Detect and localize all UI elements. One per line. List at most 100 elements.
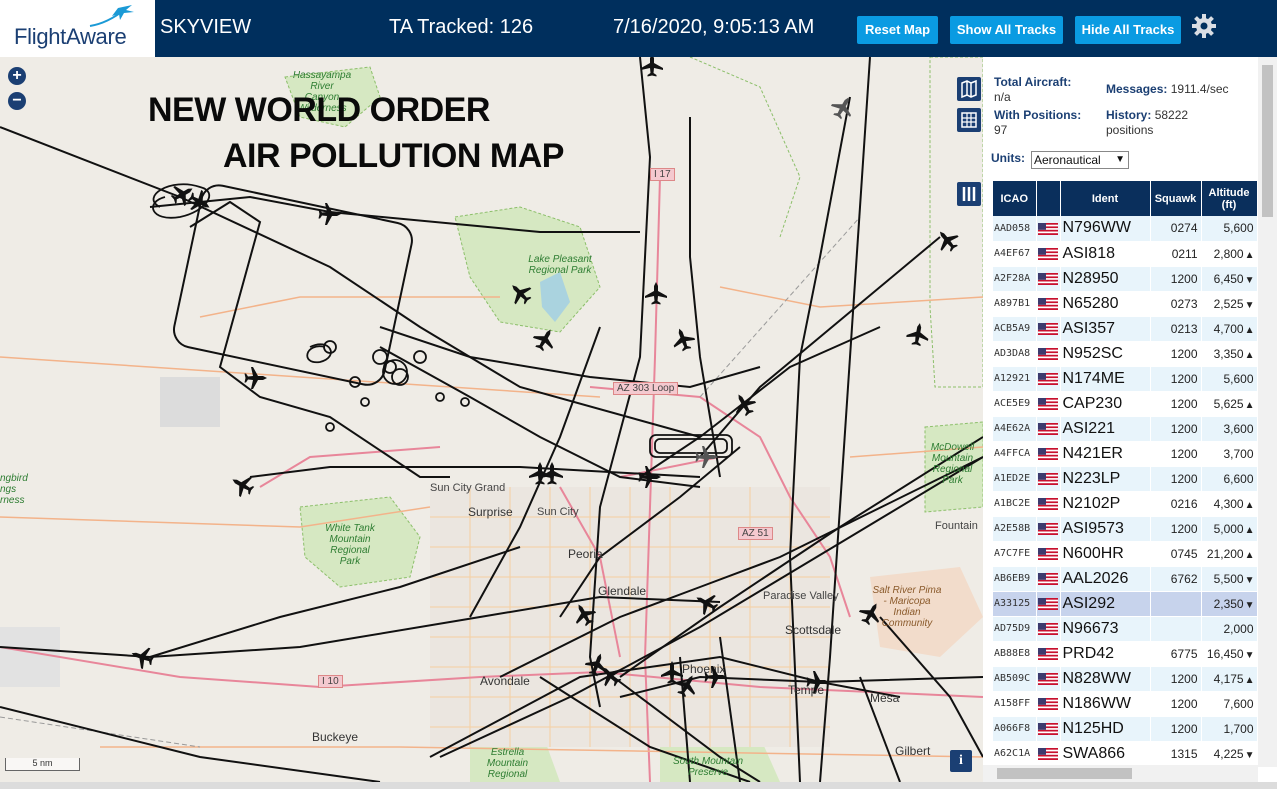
- aircraft-icon[interactable]: [244, 367, 268, 389]
- table-row[interactable]: A1ED2E N223LP 1200 6,600: [993, 466, 1257, 492]
- table-row[interactable]: AB6EB9 AAL2026 6762 5,500▼: [993, 566, 1257, 592]
- table-row[interactable]: AAD058 N796WW 0274 5,600: [993, 216, 1257, 242]
- aircraft-icon[interactable]: [704, 666, 728, 688]
- grid-toggle-button[interactable]: [957, 108, 981, 132]
- aircraft-icon[interactable]: [691, 588, 721, 618]
- icao-cell: AB509C: [993, 666, 1037, 692]
- altitude-cell: 7,600: [1201, 691, 1257, 717]
- aircraft-icon[interactable]: [504, 277, 535, 308]
- table-row[interactable]: A2F28A N28950 1200 6,450▼: [993, 266, 1257, 292]
- panel-horizontal-scrollbar[interactable]: [983, 765, 1258, 782]
- aircraft-icon[interactable]: [806, 671, 830, 693]
- altitude-value: 3,600: [1223, 421, 1254, 436]
- us-flag-icon: [1037, 573, 1058, 586]
- us-flag-icon: [1037, 598, 1058, 611]
- squawk-cell: 1200: [1150, 716, 1202, 742]
- us-flag-icon: [1037, 673, 1058, 686]
- altitude-trend-icon: ▲: [1244, 324, 1255, 336]
- table-row[interactable]: A2E58B ASI9573 1200 5,000▲: [993, 516, 1257, 542]
- altitude-value: 3,700: [1223, 446, 1254, 461]
- table-row[interactable]: A62C1A SWA866 1315 4,225▼: [993, 741, 1257, 767]
- gear-icon[interactable]: [1191, 13, 1217, 39]
- squawk-cell: 0216: [1150, 491, 1202, 517]
- table-row[interactable]: AD3DA8 N952SC 1200 3,350▲: [993, 341, 1257, 367]
- units-select[interactable]: Aeronautical ▼: [1031, 151, 1129, 169]
- us-flag-icon: [1037, 398, 1058, 411]
- altitude-trend-icon: ▲: [1244, 524, 1255, 536]
- aircraft-icon[interactable]: [932, 225, 963, 256]
- zoom-in-button[interactable]: +: [8, 67, 26, 85]
- squawk-cell: 1315: [1150, 741, 1202, 767]
- table-row[interactable]: ACB5A9 ASI357 0213 4,700▲: [993, 316, 1257, 342]
- table-row[interactable]: A897B1 N65280 0273 2,525▼: [993, 291, 1257, 317]
- flightaware-logo[interactable]: FlightAware: [0, 0, 155, 57]
- aircraft-icon[interactable]: [729, 389, 759, 419]
- column-header-icao[interactable]: ICAO: [993, 181, 1037, 216]
- altitude-cell: 2,525▼: [1201, 291, 1257, 317]
- altitude-cell: 6,450▼: [1201, 266, 1257, 292]
- table-row[interactable]: A12921 N174ME 1200 5,600: [993, 366, 1257, 392]
- with-positions-stat: With Positions: 97: [994, 108, 1104, 138]
- altitude-value: 21,200: [1206, 546, 1244, 561]
- map-canvas[interactable]: Hassayampa River Canyon Wilderness Lake …: [0, 57, 983, 782]
- aircraft-icon[interactable]: [638, 466, 662, 488]
- column-header-flag[interactable]: [1036, 181, 1061, 216]
- ident-cell: N186WW: [1060, 691, 1151, 717]
- icao-cell: A62C1A: [993, 741, 1037, 767]
- aircraft-icon[interactable]: [669, 325, 697, 354]
- table-row[interactable]: A4E62A ASI221 1200 3,600: [993, 416, 1257, 442]
- squawk-cell: 6775: [1150, 641, 1202, 667]
- ident-cell: N125HD: [1060, 716, 1151, 742]
- table-row[interactable]: AD75D9 N96673 2,000: [993, 616, 1257, 642]
- panel-toggle-button[interactable]: [957, 182, 981, 206]
- aircraft-icon[interactable]: [128, 643, 157, 671]
- column-header-ident[interactable]: Ident: [1060, 181, 1151, 216]
- aircraft-icon[interactable]: [645, 282, 667, 305]
- aircraft-icon[interactable]: [828, 92, 858, 122]
- logo-text: FlightAware: [14, 24, 127, 49]
- table-row[interactable]: A158FF N186WW 1200 7,600: [993, 691, 1257, 717]
- table-row[interactable]: AB88E8 PRD42 6775 16,450▼: [993, 641, 1257, 667]
- squawk-cell: 0273: [1150, 291, 1202, 317]
- squawk-cell: 6762: [1150, 566, 1202, 592]
- squawk-cell: 1200: [1150, 466, 1202, 492]
- table-row[interactable]: A33125 ASI292 2,350▼: [993, 591, 1257, 617]
- table-row[interactable]: A1BC2E N2102P 0216 4,300▲: [993, 491, 1257, 517]
- flag-cell: [1036, 516, 1061, 542]
- aircraft-icon[interactable]: [856, 598, 886, 628]
- app-title: SKYVIEW: [160, 16, 252, 38]
- column-header-squawk[interactable]: Squawk: [1150, 181, 1202, 216]
- zoom-out-button[interactable]: −: [8, 92, 26, 110]
- ident-cell: ASI221: [1060, 416, 1151, 442]
- table-row[interactable]: A4EF67 ASI818 0211 2,800▲: [993, 241, 1257, 267]
- icao-cell: A4FFCA: [993, 441, 1037, 467]
- map-layers-button[interactable]: [957, 77, 981, 101]
- aircraft-icon[interactable]: [318, 203, 342, 225]
- reset-map-button[interactable]: Reset Map: [857, 16, 938, 44]
- aircraft-icon[interactable]: [661, 661, 683, 684]
- aircraft-icon[interactable]: [905, 321, 931, 347]
- icao-cell: A1BC2E: [993, 491, 1037, 517]
- flag-cell: [1036, 316, 1061, 342]
- info-button[interactable]: i: [950, 750, 972, 772]
- aircraft-icon[interactable]: [569, 599, 599, 629]
- aircraft-icon[interactable]: [227, 470, 257, 500]
- show-all-tracks-button[interactable]: Show All Tracks: [950, 16, 1063, 44]
- table-row[interactable]: A066F8 N125HD 1200 1,700: [993, 716, 1257, 742]
- us-flag-icon: [1037, 748, 1058, 761]
- column-header-altitude[interactable]: Altitude (ft): [1201, 181, 1257, 216]
- table-row[interactable]: AB509C N828WW 1200 4,175▲: [993, 666, 1257, 692]
- table-row[interactable]: A7C7FE N600HR 0745 21,200▲: [993, 541, 1257, 567]
- table-row[interactable]: A4FFCA N421ER 1200 3,700: [993, 441, 1257, 467]
- panel-vertical-scrollbar[interactable]: [1258, 57, 1277, 767]
- aircraft-icon[interactable]: [641, 57, 663, 77]
- altitude-value: 5,625: [1213, 396, 1244, 411]
- scrollbar-thumb[interactable]: [997, 768, 1132, 779]
- hide-all-tracks-button[interactable]: Hide All Tracks: [1075, 16, 1181, 44]
- scrollbar-thumb[interactable]: [1262, 65, 1273, 217]
- aircraft-icon[interactable]: [695, 446, 719, 468]
- squawk-cell: 1200: [1150, 266, 1202, 292]
- overlay-title: NEW WORLD ORDER AIR POLLUTION MAP: [148, 87, 564, 179]
- table-row[interactable]: ACE5E9 CAP230 1200 5,625▲: [993, 391, 1257, 417]
- aircraft-icon[interactable]: [530, 324, 560, 354]
